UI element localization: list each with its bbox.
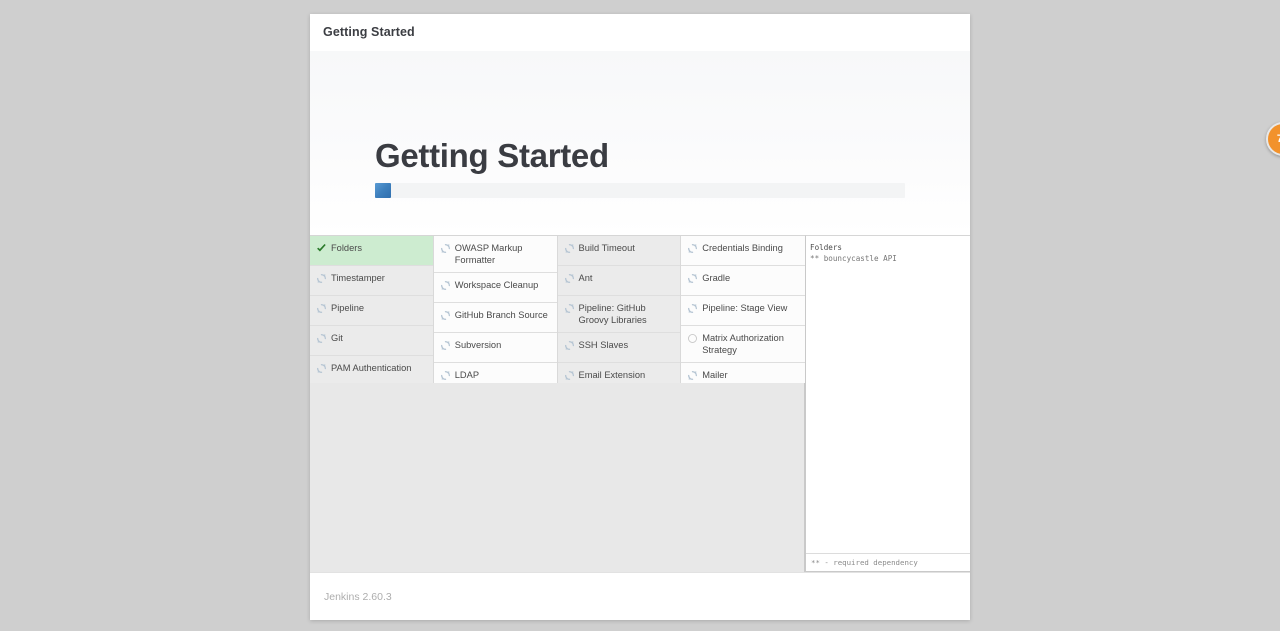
spinner-icon [440, 370, 451, 381]
spinner-icon [564, 340, 575, 351]
plugin-name-label: OWASP Markup Formatter [454, 243, 523, 265]
notification-badge[interactable]: 77 [1266, 122, 1280, 156]
spinner-icon [440, 310, 451, 321]
plugin-status-item: Folders [310, 236, 433, 266]
plugin-status-item: Build Timeout [557, 236, 681, 266]
plugin-name-label: GitHub Branch Source [454, 310, 548, 320]
plugin-status-item: Credentials Binding [681, 236, 805, 266]
installation-progress-bar [375, 183, 905, 198]
setup-content: Folders Timestamper Pipeline Git PAM Authent… [310, 235, 970, 572]
plugin-status-item: Timestamper [310, 266, 433, 296]
plugin-name-label: Pipeline: Stage View [702, 303, 788, 313]
spinner-icon [564, 243, 575, 254]
spinner-icon [440, 340, 451, 351]
installation-log-line: Folders [810, 243, 843, 252]
plugin-status-grid: Folders Timestamper Pipeline Git PAM Authent… [310, 235, 805, 394]
spinner-icon [316, 273, 327, 284]
plugin-name-label: LDAP [454, 370, 480, 380]
plugin-name-label: Credentials Binding [702, 243, 783, 253]
spinner-icon [564, 273, 575, 284]
plugin-name-label: Pipeline: GitHub Groovy Libraries [578, 303, 647, 325]
plugin-status-item: SSH Slaves [557, 333, 681, 363]
plugin-name-label: Ant [578, 273, 593, 283]
circle-icon [687, 333, 698, 344]
screen: Getting Started Getting Started Folders T… [0, 0, 1280, 631]
window-titlebar: Getting Started [310, 14, 970, 51]
spinner-icon [687, 273, 698, 284]
spinner-icon [564, 370, 575, 381]
spinner-icon [316, 363, 327, 374]
window-footer: Jenkins 2.60.3 [310, 572, 970, 620]
installation-log-body: Folders ** bouncycastle API [806, 236, 970, 553]
grid-filler-area [310, 383, 805, 572]
check-icon [316, 243, 327, 254]
plugin-status-item: PAM Authentication [310, 356, 433, 386]
jenkins-setup-window: Getting Started Getting Started Folders T… [310, 14, 970, 620]
plugin-name-label: Git [331, 333, 343, 343]
spinner-icon [440, 243, 451, 254]
spinner-icon [687, 243, 698, 254]
plugin-column-1: Folders Timestamper Pipeline Git PAM Authent… [310, 236, 434, 393]
plugin-column-3: Build Timeout Ant Pipeline: GitHub Groovy … [557, 236, 682, 393]
spinner-icon [687, 370, 698, 381]
plugin-status-item: Matrix Authorization Strategy [681, 326, 805, 363]
plugin-status-item: Pipeline: Stage View [681, 296, 805, 326]
plugin-name-label: Timestamper [331, 273, 385, 283]
installation-progress-fill [375, 183, 391, 198]
plugin-status-item: Subversion [433, 333, 557, 363]
plugin-name-label: SSH Slaves [578, 340, 629, 350]
plugin-status-item: Ant [557, 266, 681, 296]
jenkins-version-label: Jenkins 2.60.3 [324, 590, 392, 603]
installation-log-line: ** bouncycastle API [810, 253, 897, 263]
plugin-status-item: Git [310, 326, 433, 356]
plugin-status-item: Pipeline: GitHub Groovy Libraries [557, 296, 681, 333]
plugin-status-item: GitHub Branch Source [433, 303, 557, 333]
plugin-name-label: Workspace Cleanup [454, 280, 539, 290]
spinner-icon [564, 303, 575, 314]
plugin-name-label: Mailer [702, 370, 728, 380]
plugin-name-label: Pipeline [331, 303, 365, 313]
plugin-name-label: Folders [331, 243, 363, 253]
plugin-name-label: PAM Authentication [331, 363, 412, 373]
spinner-icon [440, 280, 451, 291]
plugin-column-2: OWASP Markup Formatter Workspace Cleanup G… [433, 236, 558, 393]
page-title: Getting Started [375, 137, 609, 174]
spinner-icon [316, 333, 327, 344]
plugin-column-4: Credentials Binding Gradle Pipeline: Stage… [681, 236, 805, 393]
spinner-icon [687, 303, 698, 314]
plugin-name-label: Build Timeout [578, 243, 635, 253]
plugin-name-label: Subversion [454, 340, 502, 350]
installation-log-panel[interactable]: Folders ** bouncycastle API ** - required… [805, 235, 970, 572]
plugin-name-label: Gradle [702, 273, 731, 283]
plugin-name-label: Email Extension [578, 370, 646, 380]
plugin-status-item: Pipeline [310, 296, 433, 326]
plugin-status-item: Workspace Cleanup [433, 273, 557, 303]
setup-hero: Getting Started [310, 51, 970, 235]
plugin-status-item: Gradle [681, 266, 805, 296]
plugin-name-label: Matrix Authorization Strategy [702, 333, 784, 355]
window-title: Getting Started [323, 25, 415, 39]
plugin-status-item: OWASP Markup Formatter [433, 236, 557, 273]
spinner-icon [316, 303, 327, 314]
required-dependency-legend: ** - required dependency [806, 553, 970, 571]
